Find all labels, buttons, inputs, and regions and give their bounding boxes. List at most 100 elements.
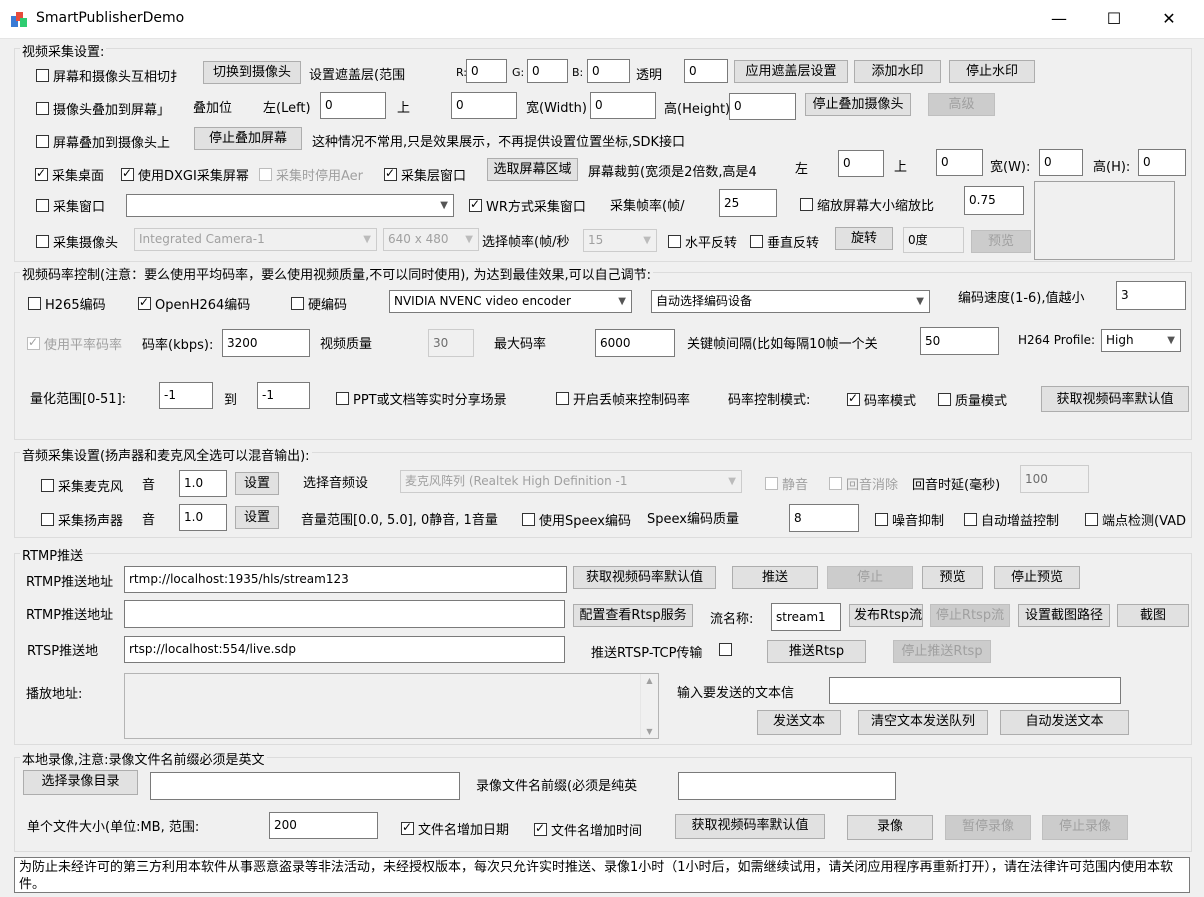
- quant-max-input[interactable]: -1: [257, 382, 310, 409]
- filename-add-time-checkbox[interactable]: 文件名增加时间: [534, 820, 642, 839]
- stop-rtsp-stream-button[interactable]: 停止Rtsp流: [930, 604, 1010, 627]
- capture-camera-checkbox[interactable]: 采集摄像头: [36, 232, 118, 251]
- record-prefix-input[interactable]: [678, 772, 896, 800]
- capture-window-checkbox[interactable]: 采集窗口: [36, 196, 105, 215]
- clear-text-queue-button[interactable]: 清空文本发送队列: [858, 710, 988, 735]
- scale-screen-checkbox[interactable]: 缩放屏幕大小缩放比: [800, 195, 934, 214]
- agc-checkbox[interactable]: 自动增益控制: [964, 510, 1059, 529]
- record-button[interactable]: 录像: [847, 815, 933, 840]
- scale-ratio-input[interactable]: 0.75: [964, 186, 1024, 215]
- textarea-scrollbar[interactable]: ▲ ▼: [640, 674, 658, 738]
- h264-profile-select[interactable]: High ▼: [1101, 329, 1181, 352]
- disable-aero-checkbox[interactable]: 采集时停用Aer: [259, 165, 363, 184]
- overlay-width-input[interactable]: 0: [590, 92, 656, 119]
- quality-mode-checkbox[interactable]: 质量模式: [938, 390, 1007, 409]
- screen-overlay-camera-checkbox[interactable]: 屏幕叠加到摄像头上: [36, 132, 170, 151]
- select-fps-dropdown[interactable]: 15 ▼: [583, 229, 657, 252]
- set-snapshot-path-button[interactable]: 设置截图路径: [1018, 604, 1110, 627]
- mask-g-input[interactable]: 0: [527, 59, 568, 83]
- echo-cancel-checkbox[interactable]: 回音消除: [829, 474, 898, 493]
- overlay-left-input[interactable]: 0: [320, 92, 386, 119]
- horizontal-flip-checkbox[interactable]: 水平反转: [668, 232, 737, 251]
- apply-mask-button[interactable]: 应用遮盖层设置: [734, 60, 848, 83]
- crop-left-input[interactable]: 0: [838, 150, 884, 177]
- publish-rtsp-button[interactable]: 发布Rtsp流: [849, 604, 923, 627]
- stop-watermark-button[interactable]: 停止水印: [949, 60, 1035, 83]
- select-record-dir-button[interactable]: 选择录像目录: [23, 770, 138, 795]
- stop-overlay-camera-button[interactable]: 停止叠加摄像头: [805, 93, 911, 116]
- bitrate-mode-checkbox[interactable]: 码率模式: [847, 390, 916, 409]
- encode-device-select[interactable]: 自动选择编码设备 ▼: [651, 290, 930, 313]
- bitrate-input[interactable]: 3200: [222, 329, 310, 357]
- rotate-button[interactable]: 旋转: [835, 227, 893, 250]
- snapshot-button[interactable]: 截图: [1117, 604, 1189, 627]
- mask-b-input[interactable]: 0: [587, 59, 630, 83]
- video-quality-input[interactable]: 30: [428, 329, 474, 357]
- audio-device-select[interactable]: 麦克风阵列 (Realtek High Definition -1 ▼: [400, 470, 742, 493]
- rtsp-tcp-checkbox[interactable]: [719, 643, 732, 656]
- drop-frame-checkbox[interactable]: 开启丢帧来控制码率: [556, 389, 690, 408]
- add-watermark-button[interactable]: 添加水印: [854, 60, 941, 83]
- close-button[interactable]: ✕: [1146, 0, 1192, 38]
- h265-checkbox[interactable]: H265编码: [28, 294, 106, 313]
- speaker-settings-button[interactable]: 设置: [235, 506, 279, 529]
- rtmp-preview-button[interactable]: 预览: [922, 566, 983, 589]
- preview-button[interactable]: 预览: [971, 230, 1031, 253]
- select-screen-region-button[interactable]: 选取屏幕区域: [487, 158, 578, 181]
- quant-min-input[interactable]: -1: [159, 382, 213, 409]
- echo-delay-input[interactable]: 100: [1020, 465, 1089, 493]
- keyframe-interval-input[interactable]: 50: [920, 327, 999, 355]
- stop-overlay-screen-button[interactable]: 停止叠加屏幕: [194, 127, 302, 150]
- camera-overlay-screen-checkbox[interactable]: 摄像头叠加到屏幕」: [36, 99, 170, 118]
- encoder-select[interactable]: NVIDIA NVENC video encoder ▼: [389, 290, 632, 313]
- crop-up-input[interactable]: 0: [936, 149, 983, 176]
- mic-settings-button[interactable]: 设置: [235, 472, 279, 495]
- scroll-down-icon[interactable]: ▼: [641, 727, 658, 736]
- noise-suppress-checkbox[interactable]: 噪音抑制: [875, 510, 944, 529]
- average-bitrate-checkbox[interactable]: 使用平率码率: [27, 334, 122, 353]
- ppt-share-checkbox[interactable]: PPT或文档等实时分享场景: [336, 389, 507, 408]
- swap-screen-camera-checkbox[interactable]: 屏幕和摄像头互相切扌: [36, 66, 183, 85]
- capture-speaker-checkbox[interactable]: 采集扬声器: [41, 510, 123, 529]
- vad-checkbox[interactable]: 端点检测(VAD: [1085, 510, 1186, 529]
- window-select[interactable]: ▼: [126, 194, 454, 217]
- filename-add-date-checkbox[interactable]: 文件名增加日期: [401, 819, 509, 838]
- stop-preview-button[interactable]: 停止预览: [994, 566, 1080, 589]
- maximize-button[interactable]: ☐: [1091, 0, 1137, 38]
- minimize-button[interactable]: —: [1036, 0, 1082, 38]
- fps-input[interactable]: 25: [719, 189, 777, 217]
- stream-name-input[interactable]: stream1: [771, 603, 841, 631]
- switch-camera-button[interactable]: 切换到摄像头: [203, 61, 301, 84]
- use-speex-checkbox[interactable]: 使用Speex编码: [522, 510, 631, 529]
- rtmp-url2-input[interactable]: [124, 600, 565, 628]
- send-text-button[interactable]: 发送文本: [757, 710, 841, 735]
- encode-speed-input[interactable]: 3: [1116, 281, 1186, 310]
- capture-mic-checkbox[interactable]: 采集麦克风: [41, 476, 123, 495]
- mute-checkbox[interactable]: 静音: [765, 474, 808, 493]
- push-rtsp-button[interactable]: 推送Rtsp: [767, 640, 866, 663]
- capture-desktop-checkbox[interactable]: 采集桌面: [35, 165, 104, 184]
- overlay-height-input[interactable]: 0: [729, 93, 796, 120]
- resolution-select[interactable]: 640 x 480 ▼: [383, 228, 479, 251]
- rtsp-service-button[interactable]: 配置查看Rtsp服务: [573, 604, 693, 627]
- rtsp-url-input[interactable]: rtsp://localhost:554/live.sdp: [124, 636, 565, 663]
- camera-select[interactable]: Integrated Camera-1 ▼: [134, 228, 377, 251]
- push-button[interactable]: 推送: [732, 566, 818, 589]
- file-size-input[interactable]: 200: [269, 812, 378, 839]
- speex-quality-input[interactable]: 8: [789, 504, 859, 532]
- advanced-button[interactable]: 高级: [928, 93, 995, 116]
- stop-push-rtsp-button[interactable]: 停止推送Rtsp: [893, 640, 991, 663]
- capture-layer-window-checkbox[interactable]: 采集层窗口: [384, 165, 466, 184]
- record-dir-input[interactable]: [150, 772, 460, 800]
- scroll-up-icon[interactable]: ▲: [641, 676, 658, 685]
- get-default-bitrate-button[interactable]: 获取视频码率默认值: [1041, 386, 1189, 412]
- use-dxgi-checkbox[interactable]: 使用DXGI采集屏幂: [121, 165, 249, 184]
- auto-send-text-button[interactable]: 自动发送文本: [1000, 710, 1129, 735]
- vertical-flip-checkbox[interactable]: 垂直反转: [750, 232, 819, 251]
- rtmp-url1-input[interactable]: rtmp://localhost:1935/hls/stream123: [124, 566, 567, 593]
- text-message-input[interactable]: [829, 677, 1121, 704]
- crop-h-input[interactable]: 0: [1138, 149, 1186, 176]
- get-default-bitrate-button-3[interactable]: 获取视频码率默认值: [675, 814, 825, 839]
- hardware-encode-checkbox[interactable]: 硬编码: [291, 294, 347, 313]
- play-url-textarea[interactable]: ▲ ▼: [124, 673, 659, 739]
